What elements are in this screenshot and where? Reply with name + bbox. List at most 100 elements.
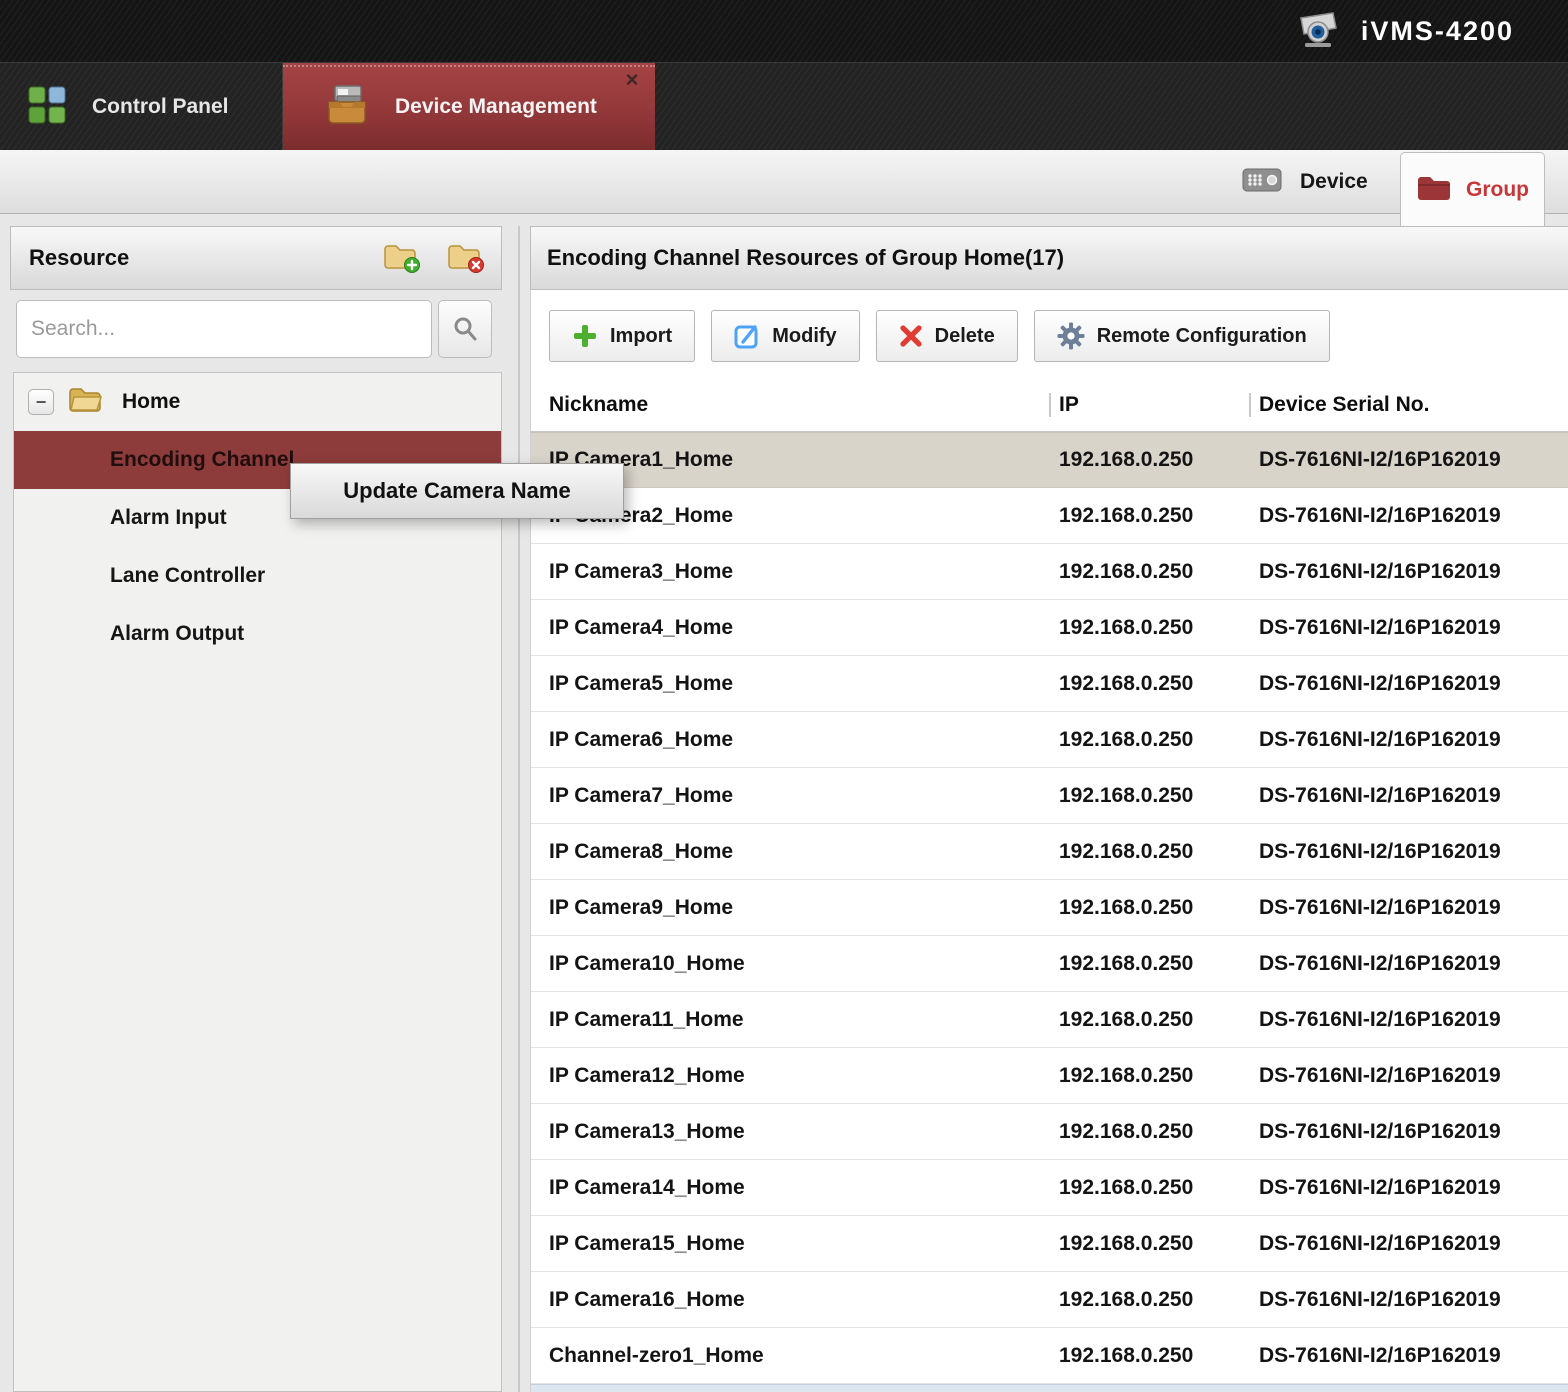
- tab-control-panel[interactable]: Control Panel: [0, 63, 283, 151]
- table-row[interactable]: IP Camera14_Home 192.168.0.250 DS-7616NI…: [531, 1160, 1568, 1216]
- minus-icon[interactable]: [28, 389, 54, 415]
- tab-device[interactable]: Device: [1242, 150, 1392, 214]
- add-group-button[interactable]: [383, 241, 421, 275]
- column-header-ip[interactable]: IP: [1049, 393, 1249, 417]
- main-panel-header: Encoding Channel Resources of Group Home…: [530, 226, 1568, 290]
- modify-button-label: Modify: [772, 325, 836, 348]
- cell-ip: 192.168.0.250: [1049, 1176, 1249, 1200]
- tree-item-label: Alarm Output: [110, 622, 244, 646]
- tree-item-alarm-output[interactable]: Alarm Output: [14, 605, 501, 663]
- column-header-ip-label: IP: [1059, 393, 1079, 417]
- cell-ip: 192.168.0.250: [1049, 896, 1249, 920]
- column-header-serial[interactable]: Device Serial No.: [1249, 393, 1568, 417]
- main-panel-body: Import Modify Delete: [530, 290, 1568, 1392]
- cell-ip: 192.168.0.250: [1049, 1008, 1249, 1032]
- close-icon[interactable]: [619, 67, 645, 93]
- table-row[interactable]: IP Camera9_Home 192.168.0.250 DS-7616NI-…: [531, 880, 1568, 936]
- column-divider: [1049, 393, 1051, 417]
- cell-serial: DS-7616NI-I2/16P162019: [1249, 504, 1568, 528]
- column-header-nickname[interactable]: Nickname: [531, 393, 1049, 417]
- table-row[interactable]: IP Camera16_Home 192.168.0.250 DS-7616NI…: [531, 1272, 1568, 1328]
- app-title: iVMS-4200: [1361, 16, 1514, 47]
- table-row[interactable]: Channel-zero1_Home 192.168.0.250 DS-7616…: [531, 1328, 1568, 1384]
- table-row[interactable]: IP Camera13_Home 192.168.0.250 DS-7616NI…: [531, 1104, 1568, 1160]
- cell-ip: 192.168.0.250: [1049, 560, 1249, 584]
- app-logo: iVMS-4200: [1291, 0, 1514, 62]
- resource-panel-title: Resource: [11, 245, 129, 271]
- cell-ip: 192.168.0.250: [1049, 504, 1249, 528]
- search-button[interactable]: [438, 300, 492, 358]
- cell-serial: DS-7616NI-I2/16P162019: [1249, 896, 1568, 920]
- cell-nickname: IP Camera15_Home: [531, 1232, 1049, 1256]
- cell-serial: DS-7616NI-I2/16P162019: [1249, 1120, 1568, 1144]
- menu-item-update-camera-name[interactable]: Update Camera Name: [291, 464, 623, 518]
- cell-nickname: IP Camera9_Home: [531, 896, 1049, 920]
- delete-button[interactable]: Delete: [876, 310, 1018, 362]
- cell-serial: DS-7616NI-I2/16P162019: [1249, 1232, 1568, 1256]
- title-bar: iVMS-4200: [0, 0, 1568, 62]
- table-row[interactable]: IP Camera15_Home 192.168.0.250 DS-7616NI…: [531, 1216, 1568, 1272]
- table-row[interactable]: IP Camera3_Home 192.168.0.250 DS-7616NI-…: [531, 544, 1568, 600]
- cell-ip: 192.168.0.250: [1049, 1120, 1249, 1144]
- table-row[interactable]: IP Camera6_Home 192.168.0.250 DS-7616NI-…: [531, 712, 1568, 768]
- cell-serial: DS-7616NI-I2/16P162019: [1249, 560, 1568, 584]
- table-row[interactable]: IP Camera4_Home 192.168.0.250 DS-7616NI-…: [531, 600, 1568, 656]
- camera-table-body: IP Camera1_Home 192.168.0.250 DS-7616NI-…: [531, 432, 1568, 1384]
- resource-tree: Home Encoding Channel Alarm Input Lane C…: [13, 372, 502, 1392]
- tab-group[interactable]: Group: [1400, 152, 1545, 226]
- tree-item-label: Encoding Channel: [110, 448, 294, 472]
- cell-ip: 192.168.0.250: [1049, 672, 1249, 696]
- tree-item-home[interactable]: Home: [14, 373, 501, 431]
- cell-nickname: IP Camera6_Home: [531, 728, 1049, 752]
- context-menu: Update Camera Name: [290, 463, 624, 519]
- main-tab-bar: Control Panel Device Management: [0, 62, 1568, 150]
- table-row[interactable]: IP Camera1_Home 192.168.0.250 DS-7616NI-…: [531, 432, 1568, 488]
- cell-ip: 192.168.0.250: [1049, 1288, 1249, 1312]
- tree-item-label: Lane Controller: [110, 564, 265, 588]
- table-row[interactable]: IP Camera10_Home 192.168.0.250 DS-7616NI…: [531, 936, 1568, 992]
- gear-icon: [1057, 322, 1085, 350]
- import-button-label: Import: [610, 325, 672, 348]
- tree-item-label: Alarm Input: [110, 506, 227, 530]
- tab-group-label: Group: [1466, 178, 1529, 202]
- cell-ip: 192.168.0.250: [1049, 728, 1249, 752]
- cell-nickname: IP Camera12_Home: [531, 1064, 1049, 1088]
- cell-nickname: IP Camera8_Home: [531, 840, 1049, 864]
- cell-serial: DS-7616NI-I2/16P162019: [1249, 448, 1568, 472]
- table-row[interactable]: IP Camera8_Home 192.168.0.250 DS-7616NI-…: [531, 824, 1568, 880]
- column-divider: [1249, 393, 1251, 417]
- edit-icon: [734, 323, 760, 349]
- cell-ip: 192.168.0.250: [1049, 840, 1249, 864]
- table-row[interactable]: IP Camera11_Home 192.168.0.250 DS-7616NI…: [531, 992, 1568, 1048]
- table-bottom-strip: [531, 1384, 1568, 1392]
- page-title: Encoding Channel Resources of Group Home…: [531, 245, 1064, 271]
- table-row[interactable]: IP Camera7_Home 192.168.0.250 DS-7616NI-…: [531, 768, 1568, 824]
- tree-item-home-label: Home: [122, 390, 180, 414]
- cell-nickname: IP Camera7_Home: [531, 784, 1049, 808]
- cell-serial: DS-7616NI-I2/16P162019: [1249, 728, 1568, 752]
- panel-splitter[interactable]: [518, 226, 520, 1392]
- modify-button[interactable]: Modify: [711, 310, 859, 362]
- open-folder-icon: [68, 386, 104, 419]
- table-row[interactable]: IP Camera12_Home 192.168.0.250 DS-7616NI…: [531, 1048, 1568, 1104]
- folder-add-icon: [383, 242, 421, 274]
- cell-nickname: IP Camera10_Home: [531, 952, 1049, 976]
- cell-serial: DS-7616NI-I2/16P162019: [1249, 1288, 1568, 1312]
- cell-serial: DS-7616NI-I2/16P162019: [1249, 784, 1568, 808]
- delete-group-button[interactable]: [447, 241, 485, 275]
- import-button[interactable]: Import: [549, 310, 695, 362]
- table-row[interactable]: IP Camera2_Home 192.168.0.250 DS-7616NI-…: [531, 488, 1568, 544]
- table-header: Nickname IP Device Serial No.: [531, 378, 1568, 432]
- tab-control-panel-label: Control Panel: [92, 95, 229, 119]
- cell-ip: 192.168.0.250: [1049, 616, 1249, 640]
- remote-configuration-button[interactable]: Remote Configuration: [1034, 310, 1330, 362]
- tree-item-lane-controller[interactable]: Lane Controller: [14, 547, 501, 605]
- tab-device-management[interactable]: Device Management: [283, 63, 655, 151]
- cell-serial: DS-7616NI-I2/16P162019: [1249, 672, 1568, 696]
- cell-ip: 192.168.0.250: [1049, 1064, 1249, 1088]
- search-input[interactable]: [16, 300, 432, 358]
- cell-nickname: Channel-zero1_Home: [531, 1344, 1049, 1368]
- cell-serial: DS-7616NI-I2/16P162019: [1249, 1008, 1568, 1032]
- table-row[interactable]: IP Camera5_Home 192.168.0.250 DS-7616NI-…: [531, 656, 1568, 712]
- magnifier-icon: [451, 315, 479, 343]
